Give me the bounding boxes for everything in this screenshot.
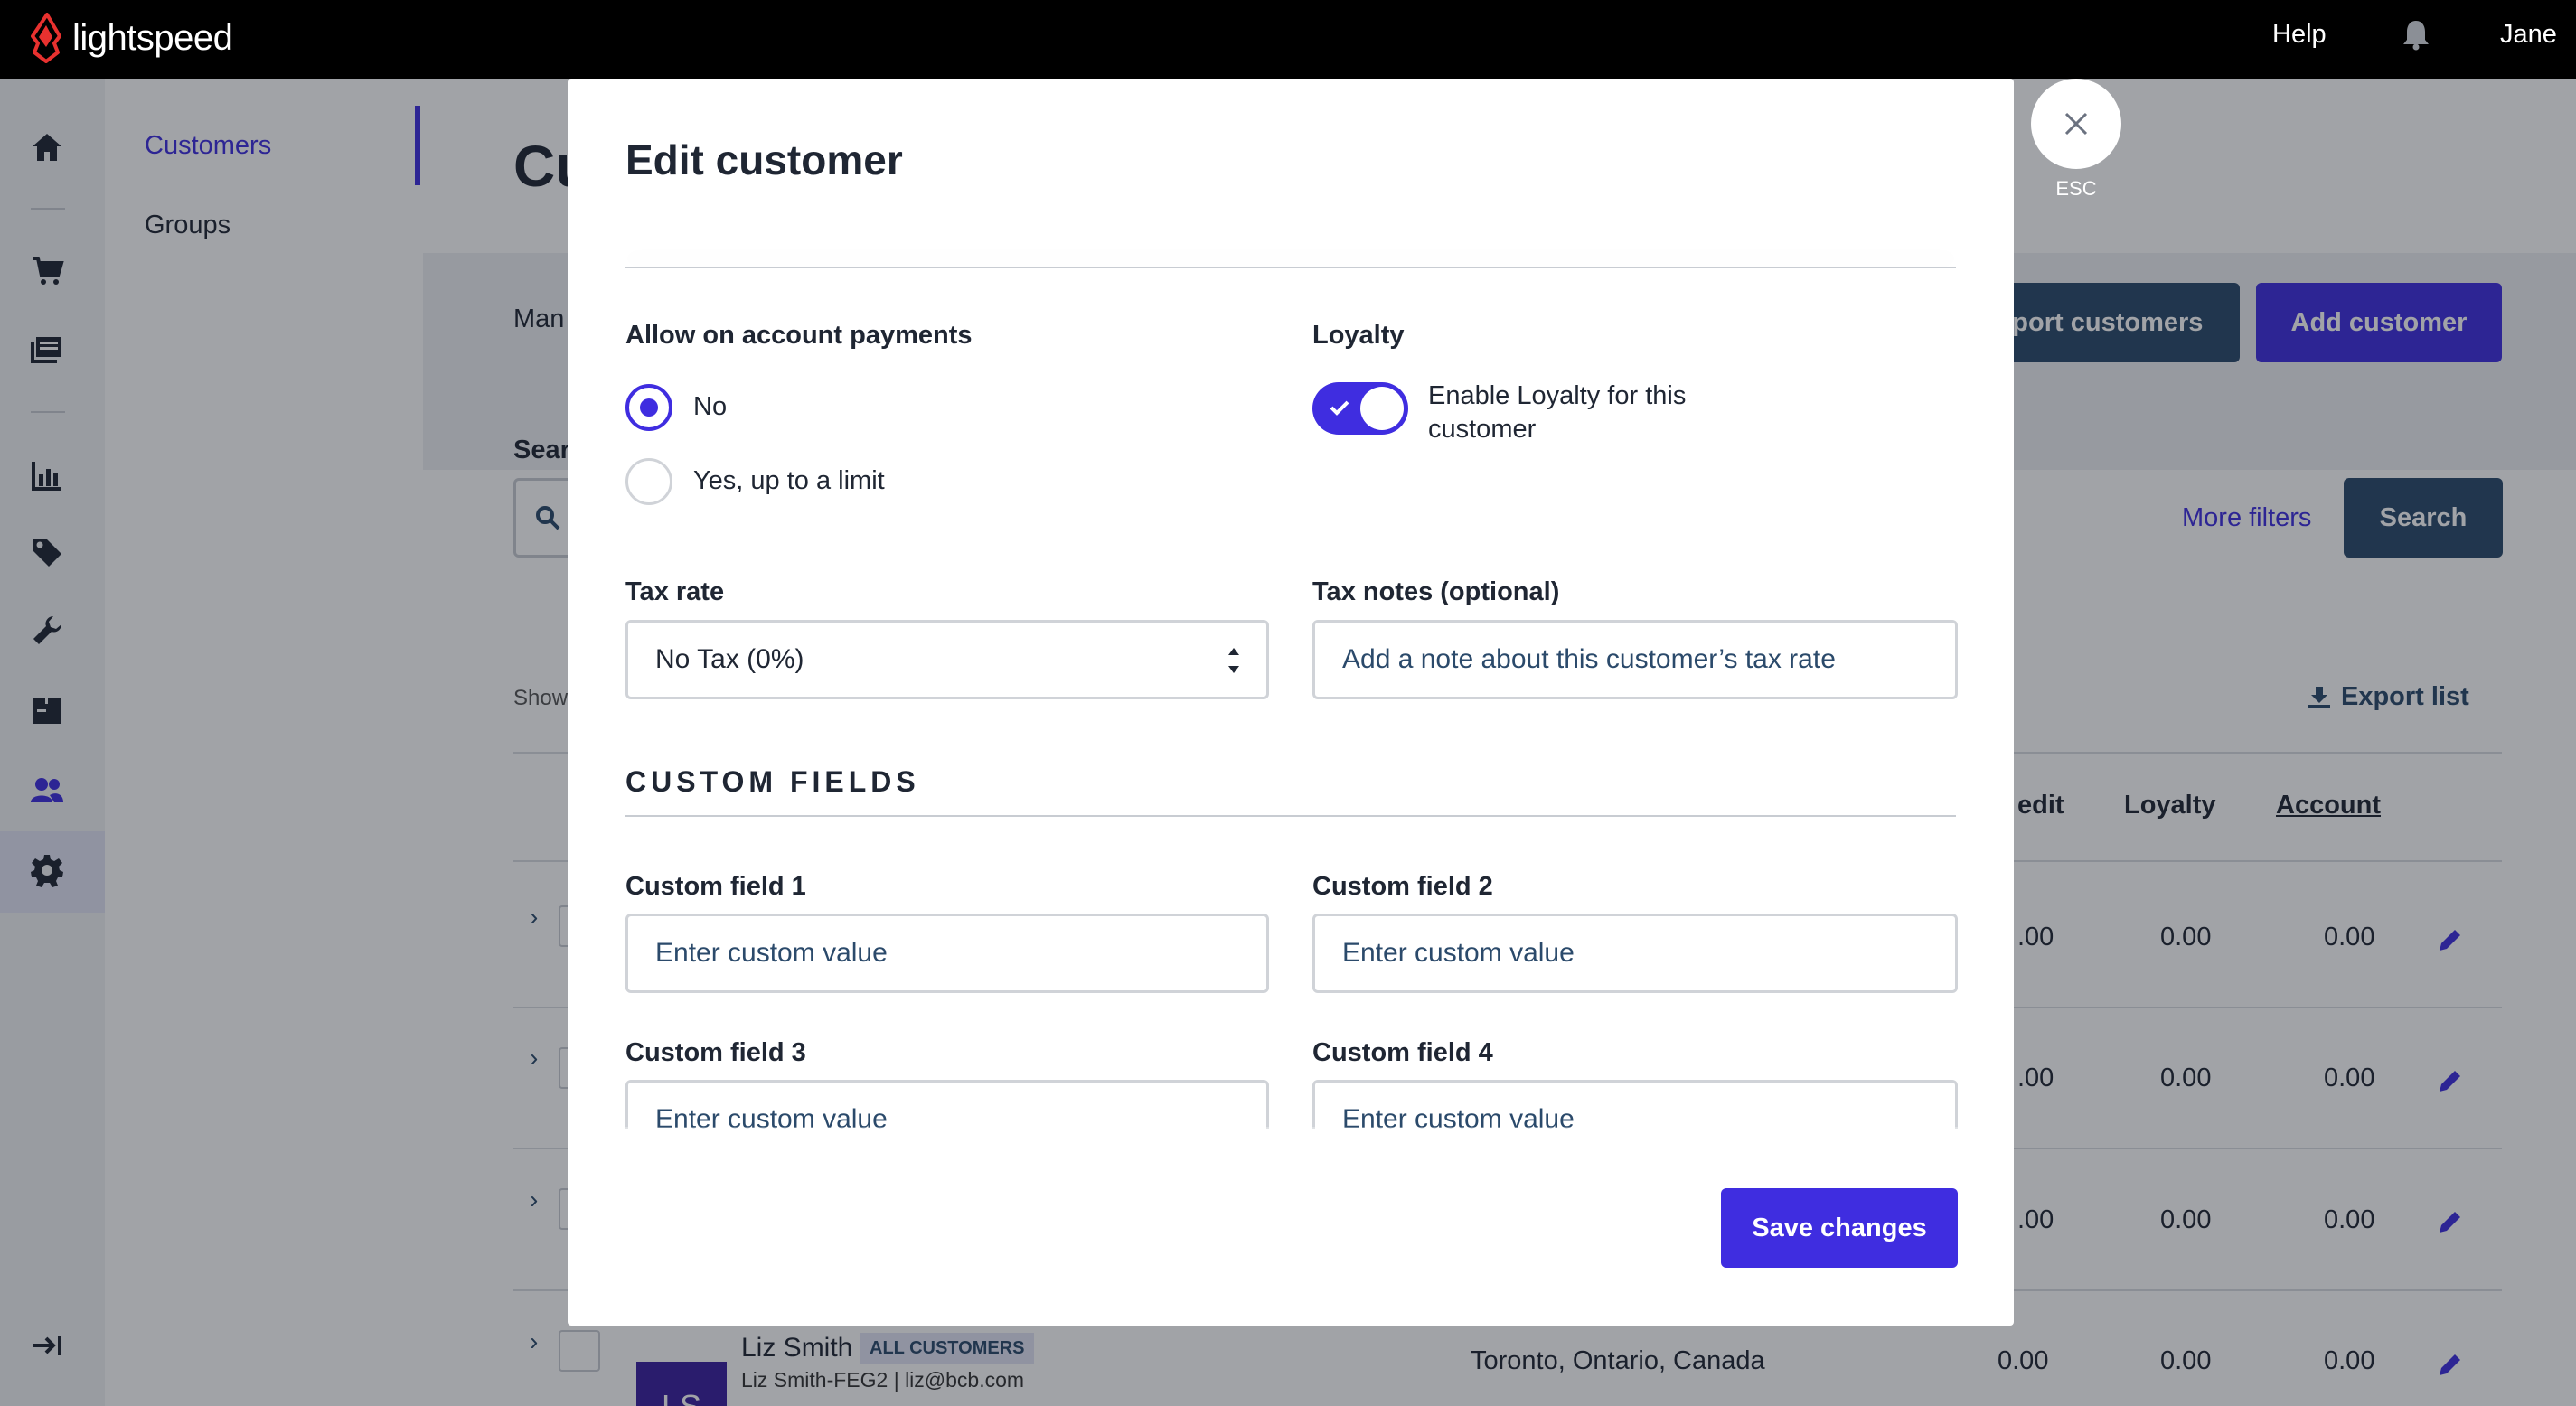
custom-field-3-label: Custom field 3 — [625, 1038, 806, 1067]
custom-field-2-input[interactable]: Enter custom value — [1312, 914, 1958, 993]
tax-rate-label: Tax rate — [625, 577, 725, 606]
radio-yes-limit-label[interactable]: Yes, up to a limit — [693, 466, 885, 496]
custom-field-4-label: Custom field 4 — [1312, 1038, 1493, 1067]
bell-icon[interactable] — [2401, 18, 2431, 51]
esc-hint: ESC — [2055, 177, 2097, 200]
custom-fields-heading: CUSTOM FIELDS — [625, 765, 920, 798]
custom-field-1-input[interactable]: Enter custom value — [625, 914, 1269, 993]
flame-icon — [31, 13, 61, 63]
modal-header-divider — [625, 267, 1956, 268]
top-bar: lightspeed Help Jane — [0, 0, 2576, 79]
radio-no-label[interactable]: No — [693, 392, 727, 422]
check-icon — [1330, 400, 1349, 416]
loyalty-toggle-label: Enable Loyalty for this customer — [1428, 381, 1687, 444]
tax-notes-placeholder: Add a note about this customer’s tax rat… — [1342, 644, 1836, 674]
radio-no[interactable] — [625, 384, 672, 431]
save-changes-button[interactable]: Save changes — [1721, 1188, 1958, 1268]
loyalty-toggle[interactable] — [1312, 382, 1408, 435]
lightspeed-logo[interactable]: lightspeed — [27, 13, 233, 63]
modal-title: Edit customer — [625, 136, 903, 183]
custom-fields-divider — [625, 815, 1956, 817]
radio-yes-limit[interactable] — [625, 458, 672, 505]
tax-notes-label: Tax notes (optional) — [1312, 577, 1560, 606]
user-menu[interactable]: Jane — [2500, 20, 2557, 50]
custom-field-1-placeholder: Enter custom value — [655, 938, 888, 968]
loyalty-label: Loyalty — [1312, 321, 1405, 350]
toggle-knob — [1360, 387, 1404, 430]
help-link[interactable]: Help — [2272, 20, 2327, 50]
tax-notes-input[interactable]: Add a note about this customer’s tax rat… — [1312, 620, 1958, 699]
tax-rate-value: No Tax (0%) — [655, 644, 804, 674]
custom-field-2-label: Custom field 2 — [1312, 872, 1493, 901]
brand-name: lightspeed — [72, 17, 233, 58]
custom-field-1-label: Custom field 1 — [625, 872, 806, 901]
account-payments-label: Allow on account payments — [625, 321, 973, 350]
close-modal-button[interactable] — [2031, 79, 2121, 169]
select-arrows-icon — [1228, 648, 1239, 673]
tax-rate-select[interactable]: No Tax (0%) — [625, 620, 1269, 699]
custom-field-2-placeholder: Enter custom value — [1342, 938, 1575, 968]
edit-customer-modal: Edit customer Allow on account payments … — [568, 79, 2014, 1326]
close-icon — [2064, 112, 2088, 136]
